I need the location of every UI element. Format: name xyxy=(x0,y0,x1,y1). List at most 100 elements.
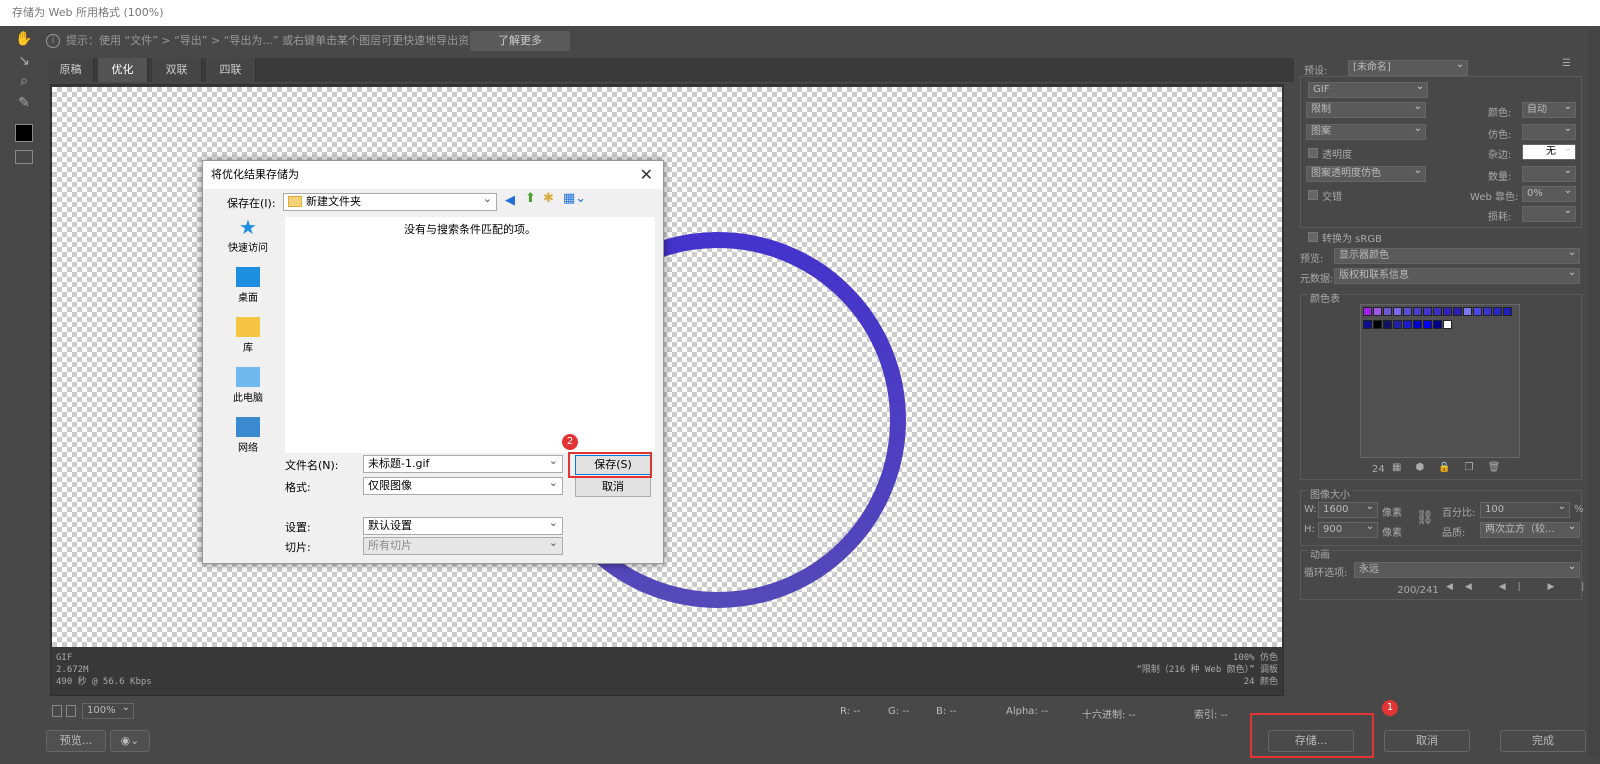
filename-input[interactable]: 未标题-1.gif xyxy=(363,453,563,473)
color-swatch-11[interactable] xyxy=(1473,307,1482,316)
color-swatch-0[interactable] xyxy=(1363,307,1372,316)
view-menu-icon[interactable]: ▦⌄ xyxy=(563,191,586,206)
transparency-label: 透明度 xyxy=(1322,150,1352,161)
color-swatch-15[interactable] xyxy=(1363,320,1372,329)
tab-2up[interactable]: 双联 xyxy=(152,58,202,82)
loop-select[interactable]: 永远 xyxy=(1354,560,1580,578)
place-this-pc[interactable]: 此电脑 xyxy=(213,367,283,415)
transparency-checkbox[interactable] xyxy=(1308,148,1318,158)
playback-controls[interactable]: ◀◀ ◀| ▶ |▶ ▶▶ xyxy=(1446,582,1600,592)
preview-button[interactable]: 预览... xyxy=(46,730,106,752)
reduction-select[interactable]: 限制 xyxy=(1306,100,1426,118)
dialog-cancel-button[interactable]: 取消 xyxy=(575,477,651,497)
zoom-icon[interactable]: ⌕ xyxy=(14,72,34,90)
settings-select[interactable]: 默认设置 xyxy=(363,515,563,535)
color-swatch-19[interactable] xyxy=(1403,320,1412,329)
color-swatch-23[interactable] xyxy=(1443,320,1452,329)
link-icon[interactable]: ⛓ xyxy=(1416,510,1434,526)
width-input[interactable]: 1600 xyxy=(1318,500,1378,518)
loop-label: 循环选项: xyxy=(1304,568,1348,579)
color-swatch[interactable] xyxy=(15,124,33,142)
websnap-select[interactable]: 0% xyxy=(1522,184,1576,202)
color-swatch-21[interactable] xyxy=(1423,320,1432,329)
back-icon[interactable]: ◀ xyxy=(505,193,515,208)
place-network[interactable]: 网络 xyxy=(213,417,283,465)
place-desktop[interactable]: 桌面 xyxy=(213,267,283,315)
dither-label: 仿色: xyxy=(1488,130,1512,141)
readout-index: 索引: -- xyxy=(1194,710,1228,721)
color-swatch-20[interactable] xyxy=(1413,320,1422,329)
tab-original[interactable]: 原稿 xyxy=(48,58,94,82)
folder-icon xyxy=(288,196,302,207)
amount-select[interactable] xyxy=(1522,164,1576,182)
preview-select[interactable]: 显示器颜色 xyxy=(1334,246,1580,264)
color-swatch-3[interactable] xyxy=(1393,307,1402,316)
file-list[interactable]: 没有与搜索条件匹配的项。 xyxy=(285,217,655,453)
new-folder-icon[interactable]: ✱ xyxy=(543,191,554,206)
slice-select-icon[interactable]: ↘ xyxy=(14,52,34,70)
preset-select[interactable]: [未命名] xyxy=(1348,58,1468,76)
tab-4up[interactable]: 四联 xyxy=(206,58,256,82)
color-swatch-12[interactable] xyxy=(1483,307,1492,316)
animation-label: 动画 xyxy=(1308,546,1332,561)
color-swatch-17[interactable] xyxy=(1383,320,1392,329)
readout-b: B: -- xyxy=(936,706,957,717)
color-swatch-8[interactable] xyxy=(1443,307,1452,316)
save-in-select[interactable]: 新建文件夹 xyxy=(283,191,497,211)
browser-preview-button[interactable]: ◉⌄ xyxy=(110,730,150,752)
format-select[interactable]: 仅限图像 xyxy=(363,475,563,495)
settings-panel: 预设: [未命名] ☰ GIF 限制 颜色: 自动 图案 仿色: 透明度 杂边:… xyxy=(1296,58,1600,698)
colors-select[interactable]: 自动 xyxy=(1522,100,1576,118)
color-swatch-9[interactable] xyxy=(1453,307,1462,316)
height-input[interactable]: 900 xyxy=(1318,520,1378,538)
websnap-label: Web 靠色: xyxy=(1470,192,1519,203)
height-label: H: xyxy=(1304,524,1315,535)
eyedropper-icon[interactable]: ✎ xyxy=(14,94,34,112)
lossy-select[interactable] xyxy=(1522,204,1576,222)
color-swatch-14[interactable] xyxy=(1503,307,1512,316)
learn-more-button[interactable]: 了解更多 xyxy=(470,31,570,51)
height-unit: 像素 xyxy=(1382,528,1402,539)
zoom-out-icon[interactable] xyxy=(52,705,62,717)
matte-label: 杂边: xyxy=(1488,150,1512,161)
color-swatch-2[interactable] xyxy=(1383,307,1392,316)
color-swatch-22[interactable] xyxy=(1433,320,1442,329)
place-quick-access[interactable]: ★ 快速访问 xyxy=(213,217,283,265)
color-swatch-16[interactable] xyxy=(1373,320,1382,329)
color-swatch-6[interactable] xyxy=(1423,307,1432,316)
transparency-dither-select[interactable]: 图案透明度仿色 xyxy=(1306,164,1426,182)
zoom-in-icon[interactable] xyxy=(66,705,76,717)
format-select[interactable]: GIF xyxy=(1308,80,1428,98)
color-swatch-10[interactable] xyxy=(1463,307,1472,316)
panel-menu-icon[interactable]: ☰ xyxy=(1562,58,1571,69)
toggle-slices-icon[interactable] xyxy=(15,150,33,164)
quality-select[interactable]: 两次立方（较... xyxy=(1480,520,1580,538)
srgb-checkbox[interactable] xyxy=(1308,232,1318,242)
tab-optimized[interactable]: 优化 xyxy=(98,58,148,82)
color-swatch-4[interactable] xyxy=(1403,307,1412,316)
color-swatch-18[interactable] xyxy=(1393,320,1402,329)
info-icon: i xyxy=(46,34,60,48)
matte-select[interactable]: 无 xyxy=(1522,142,1576,160)
interlaced-checkbox[interactable] xyxy=(1308,190,1318,200)
color-swatch-5[interactable] xyxy=(1413,307,1422,316)
percent-input[interactable]: 100 xyxy=(1480,500,1570,518)
metadata-select[interactable]: 版权和联系信息 xyxy=(1334,266,1580,284)
color-table[interactable] xyxy=(1360,304,1520,458)
color-table-tools[interactable]: ▦⬢🔒❒🗑 xyxy=(1392,462,1514,473)
color-swatch-7[interactable] xyxy=(1433,307,1442,316)
dither-amount-select[interactable] xyxy=(1522,122,1576,140)
save-in-label: 保存在(I): xyxy=(227,197,276,210)
dither-select[interactable]: 图案 xyxy=(1306,122,1426,140)
hand-icon[interactable]: ✋ xyxy=(14,30,34,48)
place-libraries[interactable]: 库 xyxy=(213,317,283,365)
panel-scrollbar[interactable] xyxy=(1588,30,1600,758)
zoom-select[interactable]: 100% xyxy=(82,701,134,719)
close-icon[interactable]: ✕ xyxy=(640,165,653,184)
cancel-button[interactable]: 取消 xyxy=(1384,730,1470,752)
up-folder-icon[interactable]: ⬆ xyxy=(525,191,536,206)
color-swatch-1[interactable] xyxy=(1373,307,1382,316)
done-button[interactable]: 完成 xyxy=(1500,730,1586,752)
color-swatch-13[interactable] xyxy=(1493,307,1502,316)
interlaced-label: 交错 xyxy=(1322,192,1342,203)
